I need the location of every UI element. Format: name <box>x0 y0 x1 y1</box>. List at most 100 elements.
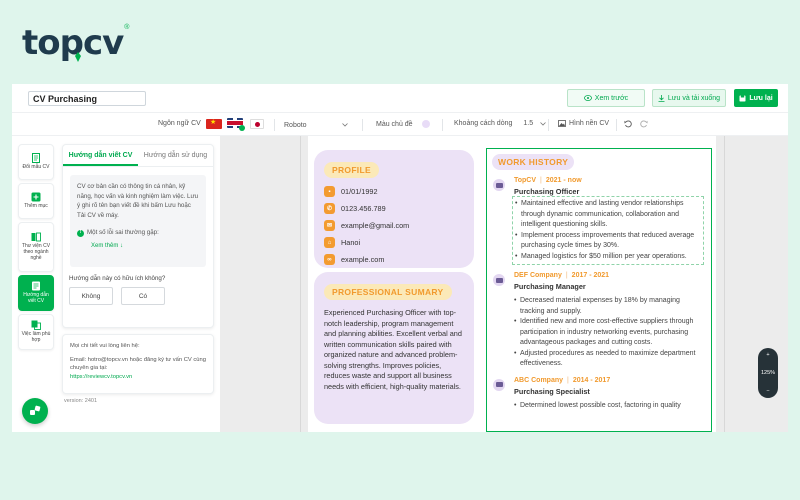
review-cv-link[interactable]: https://reviewcv.topcv.vn <box>70 373 206 382</box>
logo-pin-icon <box>75 52 81 62</box>
undo-button[interactable] <box>624 120 632 128</box>
guide-tip-text: Một số lỗi sai thường gặp: <box>87 229 159 237</box>
line-spacing-value: 1.5 <box>523 120 534 127</box>
save-button[interactable]: Lưu lại <box>734 89 778 107</box>
guide-body-text: CV cơ bản cần có thông tin cá nhân, kỹ n… <box>77 183 199 219</box>
job-entry[interactable]: TopCV|2021 - now Purchasing Officer Main… <box>492 177 706 265</box>
cv-background-button[interactable]: Hình nền CV <box>558 120 609 127</box>
rail-item-cv-library[interactable]: Thư viện CV theo ngành nghề <box>18 222 54 272</box>
see-more-link[interactable]: Xem thêm ↓ <box>91 242 199 251</box>
tab-usage-guide[interactable]: Hướng dẫn sử dụng <box>138 145 213 166</box>
download-icon <box>658 94 665 102</box>
font-select-value: Roboto <box>284 121 307 129</box>
phone-row[interactable]: ✆ 0123.456.789 <box>324 203 464 214</box>
dob-row[interactable]: ▪ 01/01/1992 <box>324 186 464 197</box>
job-period: 2017 - 2021 <box>571 272 610 279</box>
floppy-icon <box>739 95 746 101</box>
briefcase-icon <box>493 378 505 391</box>
website-row[interactable]: ∞ example.com <box>324 254 464 265</box>
undo-icon <box>624 120 632 128</box>
info-icon: ! <box>77 229 84 237</box>
theme-color-swatch[interactable] <box>421 120 430 128</box>
font-select[interactable]: Roboto <box>284 119 348 131</box>
briefcase-icon <box>493 179 505 191</box>
work-history-heading[interactable]: WORK HISTORY <box>492 154 575 170</box>
phone-icon: ✆ <box>324 203 335 214</box>
line-spacing-label: Khoảng cách dòng <box>454 120 513 127</box>
guide-tabs: Hướng dẫn viết CV Hướng dẫn sử dụng <box>63 145 213 167</box>
logo-text-top: top <box>22 23 84 63</box>
margin-guide-line <box>300 136 301 432</box>
rail-label: Việc làm phù hợp <box>21 331 51 343</box>
chevron-down-icon <box>342 123 348 127</box>
job-entry[interactable]: ABC Company | 2014 - 2017 Purchasing Speci… <box>492 377 706 412</box>
jobs-icon <box>31 320 41 331</box>
city-row[interactable]: ⌂ Hanoi <box>324 237 464 248</box>
flag-vietnam[interactable] <box>206 118 222 129</box>
rail-label: Thư viện CV theo ngành nghề <box>21 243 51 261</box>
email-icon: ✉ <box>324 220 335 231</box>
apps-icon <box>30 405 41 415</box>
contact-line-2: Email: hotro@topcv.vn hoặc đăng ký tư vấ… <box>70 356 206 372</box>
feedback-yes-button[interactable]: Có <box>121 287 165 305</box>
tab-write-guide[interactable]: Hướng dẫn viết CV <box>63 145 138 166</box>
profile-heading[interactable]: PROFILE <box>324 162 379 178</box>
zoom-in-button[interactable]: + <box>766 352 769 358</box>
job-role: Purchasing Manager <box>514 282 586 291</box>
japan-flag-icon <box>250 119 264 129</box>
summary-section[interactable]: PROFESSIONAL SUMARY Experienced Purchasi… <box>314 272 474 424</box>
job-bullet: Determined lowest possible cost, factori… <box>514 401 706 412</box>
selected-check-icon <box>239 125 245 131</box>
briefcase-icon <box>493 274 505 286</box>
feedback-no-button[interactable]: Không <box>69 287 113 305</box>
job-bullets: Decreased material expenses by 18% by ma… <box>514 296 706 370</box>
job-bullet: Adjusted procedures as needed to maximiz… <box>514 349 706 370</box>
rail-item-add-section[interactable]: Thêm mục <box>18 183 54 219</box>
work-history-section[interactable]: WORK HISTORY TopCV | 2021 - now Purchasing… <box>486 148 712 432</box>
eye-icon <box>583 95 592 101</box>
guide-content: CV cơ bản cần có thông tin cá nhân, kỹ n… <box>70 175 206 267</box>
rail-item-cv-guide[interactable]: Hướng dẫn viết CV <box>18 275 54 311</box>
profile-section[interactable]: PROFILE ▪ 01/01/1992 ✆ 0123.456.789 ✉ ex… <box>314 150 474 268</box>
topcv-logo[interactable]: topcv ® <box>22 18 129 63</box>
rail-item-matching-jobs[interactable]: Việc làm phù hợp <box>18 314 54 350</box>
rail-item-change-template[interactable]: Đổi mẫu CV <box>18 144 54 180</box>
cv-canvas: PROFILE ▪ 01/01/1992 ✆ 0123.456.789 ✉ ex… <box>220 136 788 432</box>
flag-english[interactable] <box>227 118 245 131</box>
home-icon: ⌂ <box>324 237 335 248</box>
summary-text[interactable]: Experienced Purchasing Officer with top-… <box>324 308 464 393</box>
job-period: 2021 - now <box>545 177 582 184</box>
save-download-button[interactable]: Lưu và tải xuống <box>652 89 726 107</box>
line-spacing-control[interactable]: Khoảng cách dòng 1.5 <box>454 120 546 127</box>
email-value: example@gmail.com <box>341 221 410 230</box>
city-value: Hanoi <box>341 238 361 247</box>
support-contact-box: Mọi chi tiết vui lòng liên hệ: Email: ho… <box>62 334 214 394</box>
cv-paper: PROFILE ▪ 01/01/1992 ✆ 0123.456.789 ✉ ex… <box>308 136 716 432</box>
job-bullets: Maintained effective and lasting vendor … <box>515 199 701 262</box>
toolbar-divider <box>362 119 363 131</box>
theme-color-label: Màu chủ đề <box>376 120 413 128</box>
selected-text-box[interactable]: Maintained effective and lasting vendor … <box>512 196 704 265</box>
language-label: Ngôn ngữ CV <box>158 120 201 127</box>
flag-japan[interactable] <box>250 119 264 129</box>
cv-title-input[interactable] <box>28 91 146 106</box>
summary-heading[interactable]: PROFESSIONAL SUMARY <box>324 284 452 300</box>
dob-value: 01/01/1992 <box>341 187 378 196</box>
job-bullet: Maintained effective and lasting vendor … <box>515 199 701 231</box>
job-bullet: Managed logistics for $50 million per ye… <box>515 252 701 263</box>
job-bullets: Determined lowest possible cost, factori… <box>514 401 706 412</box>
preview-button[interactable]: Xem trước <box>567 89 645 107</box>
preview-label: Xem trước <box>594 94 629 102</box>
job-bullet: Decreased material expenses by 18% by ma… <box>514 296 706 317</box>
help-fab-button[interactable] <box>22 398 48 424</box>
theme-color-picker[interactable]: Màu chủ đề <box>376 120 430 128</box>
zoom-out-button[interactable]: − <box>766 388 769 394</box>
redo-button[interactable] <box>640 120 648 128</box>
phone-value: 0123.456.789 <box>341 204 386 213</box>
guide-tip: ! Một số lỗi sai thường gặp: <box>77 228 199 238</box>
email-row[interactable]: ✉ example@gmail.com <box>324 220 464 231</box>
job-entry[interactable]: DEF Company | 2017 - 2021 Purchasing Manag… <box>492 272 706 370</box>
job-company: DEF Company <box>514 272 562 279</box>
website-value: example.com <box>341 255 385 264</box>
toolbar-divider <box>274 119 275 131</box>
